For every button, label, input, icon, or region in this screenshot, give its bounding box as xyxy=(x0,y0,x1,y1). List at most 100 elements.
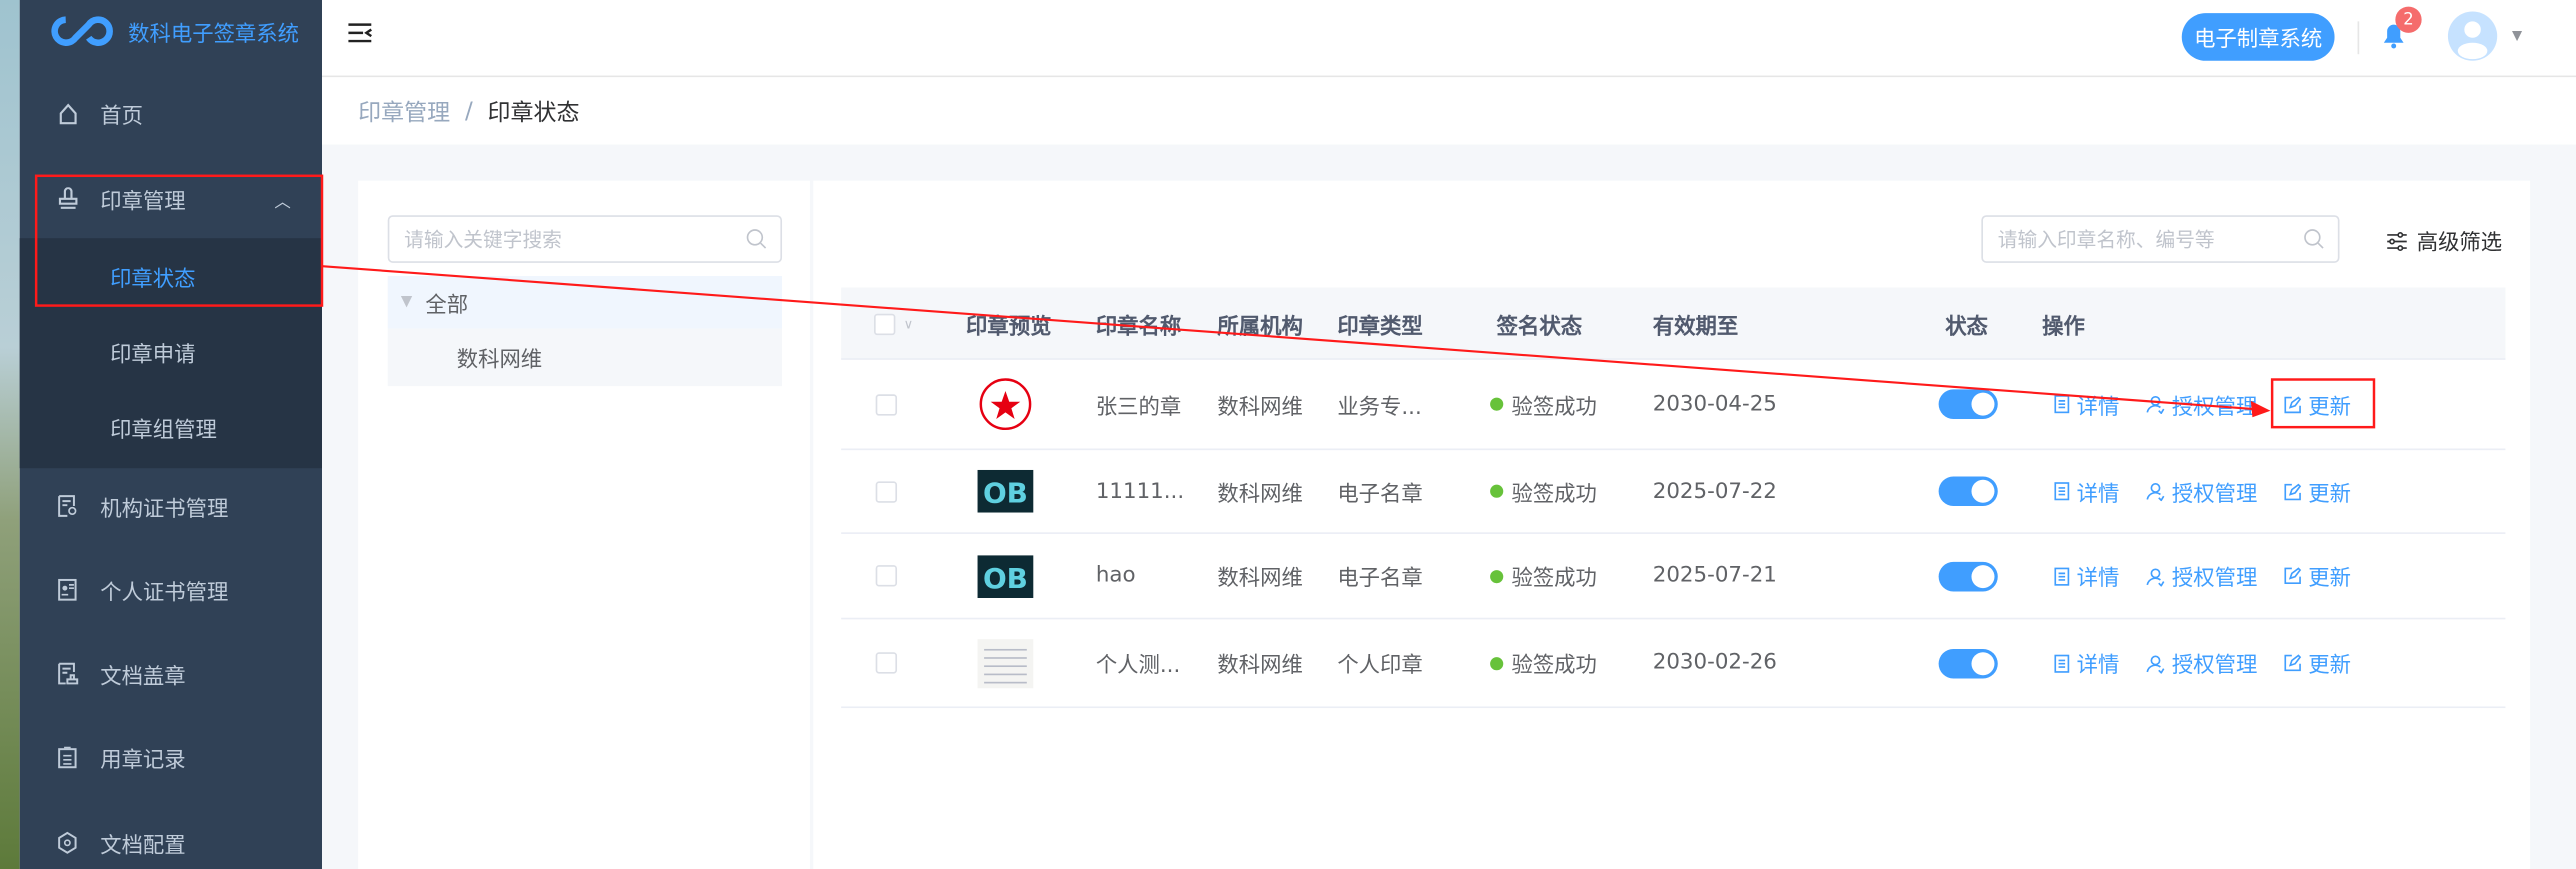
document-stamp-icon xyxy=(56,662,79,685)
seal-preview-red-round-seal[interactable] xyxy=(978,360,1034,449)
user-icon xyxy=(2146,483,2165,502)
row-checkbox[interactable] xyxy=(875,360,898,449)
expiry-date: 2030-02-26 xyxy=(1652,650,1777,676)
sign-status: 验签成功 xyxy=(1490,619,1597,706)
notification-badge: 2 xyxy=(2395,6,2422,33)
auth-management-link[interactable]: 授权管理 xyxy=(2146,619,2257,706)
sidebar-item-seal-group[interactable]: 印章组管理 xyxy=(20,389,322,465)
seal-name: 张三的章 xyxy=(1095,395,1182,420)
settings-hex-icon xyxy=(56,831,79,854)
sign-status: 验签成功 xyxy=(1490,534,1597,618)
submenu-seal-management: 印章状态 印章申请 印章组管理 xyxy=(19,238,323,469)
top-header: 电子制章系统 2 ▼ xyxy=(322,0,2576,78)
update-link[interactable]: 更新 xyxy=(2284,450,2351,532)
tree-node-all[interactable]: ▼ 全部 xyxy=(387,276,783,329)
sidebar-item-usage-records[interactable]: 用章记录 xyxy=(20,716,322,798)
detail-link[interactable]: 详情 xyxy=(2054,450,2120,532)
personal-certificate-icon xyxy=(56,578,79,601)
auth-management-link[interactable]: 授权管理 xyxy=(2146,534,2258,618)
select-all-checkbox[interactable]: ∨ xyxy=(874,288,913,360)
app-title: 数科电子签章系统 xyxy=(128,22,300,47)
clipboard-icon xyxy=(56,746,79,769)
org-tree-panel: 请输入关键字搜索 ▼ 全部 数科网维 xyxy=(358,180,810,869)
seal-name: hao xyxy=(1095,563,1136,589)
success-dot-icon xyxy=(1490,569,1504,583)
row-checkbox[interactable] xyxy=(875,619,898,706)
sign-status-label: 验签成功 xyxy=(1511,395,1597,420)
stamp-icon xyxy=(56,187,79,210)
user-icon xyxy=(2146,654,2165,673)
status-toggle[interactable] xyxy=(1938,534,1998,618)
sidebar-item-label: 用章记录 xyxy=(100,748,186,773)
update-link[interactable]: 更新 xyxy=(2284,619,2351,706)
sidebar-item-seal-status[interactable]: 印章状态 xyxy=(20,238,322,314)
column-header-sign-status: 签名状态 xyxy=(1496,314,1583,340)
caret-down-icon: ▼ xyxy=(400,294,413,311)
breadcrumb: 印章管理 / 印章状态 xyxy=(322,77,2576,145)
menu-collapse-icon[interactable] xyxy=(348,20,373,51)
user-avatar[interactable] xyxy=(2447,11,2498,61)
seal-preview-calendar-image[interactable] xyxy=(977,619,1034,706)
auth-management-label: 授权管理 xyxy=(2171,395,2258,420)
detail-label: 详情 xyxy=(2076,482,2120,507)
user-icon xyxy=(2146,567,2165,586)
sidebar-item-home[interactable]: 首页 xyxy=(20,72,322,154)
seal-search-input[interactable]: 请输入印章名称、编号等 xyxy=(1981,215,2340,263)
tree-node-org[interactable]: 数科网维 xyxy=(387,328,783,387)
document-icon xyxy=(2054,395,2070,414)
sidebar-item-document-stamp[interactable]: 文档盖章 xyxy=(20,633,322,715)
chevron-down-icon[interactable]: ∨ xyxy=(904,316,914,331)
update-link[interactable]: 更新 xyxy=(2284,534,2351,618)
status-toggle[interactable] xyxy=(1938,360,1998,449)
sign-status: 验签成功 xyxy=(1490,360,1597,449)
chevron-up-icon: ︿ xyxy=(274,193,291,212)
caret-down-icon[interactable]: ▼ xyxy=(2512,28,2522,43)
detail-link[interactable]: 详情 xyxy=(2054,534,2119,618)
update-label: 更新 xyxy=(2308,395,2352,420)
sidebar-item-seal-management[interactable]: 印章管理 ︿ xyxy=(20,158,322,240)
success-dot-icon xyxy=(1490,484,1504,498)
sidebar-item-label: 个人证书管理 xyxy=(100,580,229,606)
auth-management-label: 授权管理 xyxy=(2171,566,2258,592)
sign-status-label: 验签成功 xyxy=(1511,482,1597,507)
sign-status-label: 验签成功 xyxy=(1511,653,1597,679)
update-label: 更新 xyxy=(2308,482,2352,507)
seal-type: 电子名章 xyxy=(1337,482,1423,507)
detail-label: 详情 xyxy=(2076,395,2120,420)
sidebar-item-label: 文档配置 xyxy=(100,833,186,859)
breadcrumb-current: 印章状态 xyxy=(487,99,580,126)
row-checkbox[interactable] xyxy=(875,534,898,618)
detail-link[interactable]: 详情 xyxy=(2054,360,2120,449)
sidebar-item-document-config[interactable]: 文档配置 xyxy=(20,802,322,869)
advanced-filter-button[interactable]: 高级筛选 xyxy=(2387,225,2502,256)
sidebar-item-label: 印章管理 xyxy=(100,189,186,215)
e-seal-system-button[interactable]: 电子制章系统 xyxy=(2181,13,2335,61)
sidebar-item-personal-certificates[interactable]: 个人证书管理 xyxy=(20,549,322,631)
seal-name: 个人测... xyxy=(1095,653,1181,679)
auth-management-link[interactable]: 授权管理 xyxy=(2146,450,2257,532)
breadcrumb-parent[interactable]: 印章管理 xyxy=(358,94,450,127)
user-icon xyxy=(2146,395,2165,415)
table-row: 张三的章 数科网维 业务专... 验签成功 2030-04-25 详情 授权管理… xyxy=(841,360,2506,451)
column-header-preview: 印章预览 xyxy=(966,314,1052,340)
success-dot-icon xyxy=(1490,397,1504,411)
sidebar-item-seal-apply[interactable]: 印章申请 xyxy=(20,314,322,390)
detail-link[interactable]: 详情 xyxy=(2054,619,2119,706)
table-row: 个人测... 数科网维 个人印章 验签成功 2030-02-26 详情 授权管理… xyxy=(841,619,2506,709)
row-checkbox[interactable] xyxy=(875,450,898,532)
sidebar-item-org-certificates[interactable]: 机构证书管理 xyxy=(20,465,322,547)
org-certificate-icon xyxy=(56,495,79,518)
tree-search-placeholder: 请输入关键字搜索 xyxy=(404,228,562,252)
tree-search-input[interactable]: 请输入关键字搜索 xyxy=(387,215,783,263)
update-link[interactable]: 更新 xyxy=(2284,360,2351,449)
status-toggle[interactable] xyxy=(1938,450,1998,532)
auth-management-link[interactable]: 授权管理 xyxy=(2146,360,2258,449)
seal-preview-ob-logo[interactable]: OB xyxy=(977,534,1034,618)
seal-preview-ob-logo[interactable]: OB xyxy=(977,450,1034,532)
status-toggle[interactable] xyxy=(1938,619,1998,706)
sidebar-item-label: 机构证书管理 xyxy=(100,496,229,522)
app-logo: 数科电子签章系统 xyxy=(49,15,299,48)
seal-type: 个人印章 xyxy=(1337,653,1423,679)
sign-status-label: 验签成功 xyxy=(1511,566,1597,592)
column-header-type: 印章类型 xyxy=(1337,314,1423,340)
